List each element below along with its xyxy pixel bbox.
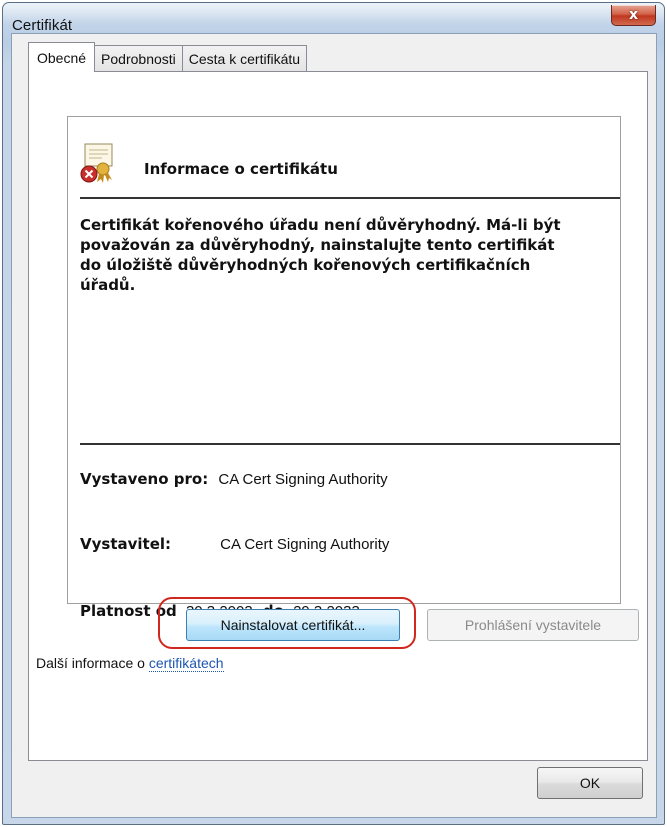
- tab-general[interactable]: Obecné: [28, 42, 96, 72]
- tab-certification-path[interactable]: Cesta k certifikátu: [181, 45, 308, 71]
- issued-to-row: Vystaveno pro: CA Cert Signing Authority: [80, 470, 388, 488]
- certificates-link[interactable]: certifikátech: [148, 655, 224, 672]
- trust-warning-text: Certifikát kořenového úřadu není důvěryh…: [80, 216, 561, 294]
- issuer-label: Vystavitel:: [80, 535, 172, 553]
- divider: [80, 197, 620, 199]
- more-info-text: Další informace o certifikátech: [36, 655, 224, 672]
- issued-to-value: CA Cert Signing Authority: [218, 471, 388, 488]
- install-certificate-button[interactable]: Nainstalovat certifikát...: [186, 609, 400, 641]
- tab-strip: Obecné Podrobnosti Cesta k certifikátu: [28, 42, 308, 72]
- issuer-row: Vystavitel: CA Cert Signing Authority: [80, 535, 389, 553]
- certificate-error-icon: [80, 143, 113, 183]
- more-info-prefix: Další informace o: [36, 655, 149, 671]
- tab-details[interactable]: Podrobnosti: [94, 45, 183, 71]
- valid-from-label: Platnost od: [80, 602, 177, 620]
- certificate-dialog: Certifikát x Obecné Podrobnosti Cesta k …: [2, 2, 665, 825]
- divider: [80, 443, 620, 445]
- close-icon: x: [628, 7, 639, 23]
- issuer-value: CA Cert Signing Authority: [220, 536, 390, 553]
- issued-to-label: Vystaveno pro:: [80, 470, 209, 488]
- ok-button[interactable]: OK: [537, 767, 643, 799]
- close-button[interactable]: x: [611, 5, 656, 26]
- certificate-info-box: Informace o certifikátu Certifikát kořen…: [67, 116, 621, 620]
- window-title: Certifikát: [12, 17, 73, 34]
- issuer-statement-button[interactable]: Prohlášení vystavitele: [427, 609, 639, 641]
- info-title: Informace o certifikátu: [144, 160, 338, 178]
